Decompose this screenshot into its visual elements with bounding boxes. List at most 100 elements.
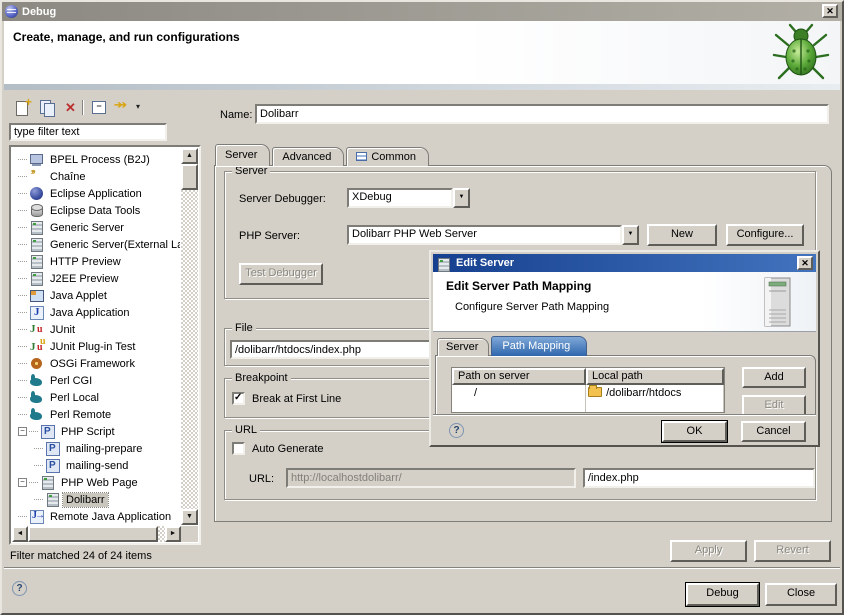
tree-connector bbox=[29, 482, 38, 483]
tree-item-label: Perl Local bbox=[47, 391, 102, 405]
tree-item-label: Chaîne bbox=[47, 170, 88, 184]
tree-item-php-web-page[interactable]: − PHP Web Page bbox=[12, 474, 180, 491]
debug-button[interactable]: Debug bbox=[686, 583, 759, 606]
tree-item-junit[interactable]: JUnit bbox=[12, 321, 180, 338]
tree-item-dolibarr[interactable]: Dolibarr bbox=[12, 491, 180, 508]
filter-configurations-icon[interactable] bbox=[114, 99, 132, 116]
tree-connector bbox=[18, 244, 27, 245]
tree-connector bbox=[34, 499, 43, 500]
empty-table-row bbox=[452, 402, 724, 413]
tree-item-eclipse-data-tools[interactable]: Eclipse Data Tools bbox=[12, 202, 180, 219]
help-icon[interactable]: ? bbox=[12, 581, 27, 596]
new-configuration-icon[interactable] bbox=[14, 99, 32, 116]
tree-connector bbox=[18, 295, 27, 296]
perl-icon bbox=[29, 407, 44, 422]
tab-common[interactable]: Common bbox=[346, 147, 429, 166]
tree-item-generic-server-external-la[interactable]: Generic Server(External La bbox=[12, 236, 180, 253]
name-label: Name: bbox=[220, 109, 252, 121]
configuration-name-input[interactable] bbox=[255, 104, 829, 124]
footer-divider bbox=[4, 567, 840, 569]
dialog-titlebar: Edit Server bbox=[433, 254, 816, 272]
add-mapping-button[interactable]: Add bbox=[742, 367, 806, 388]
tab-advanced[interactable]: Advanced bbox=[272, 147, 344, 166]
tree-collapse-icon[interactable]: − bbox=[18, 427, 27, 436]
tree-item-osgi-framework[interactable]: OSGi Framework bbox=[12, 355, 180, 372]
tree-item-eclipse-application[interactable]: Eclipse Application bbox=[12, 185, 180, 202]
tree-connector bbox=[18, 176, 27, 177]
apply-button[interactable]: Apply bbox=[670, 540, 747, 562]
tree-connector bbox=[18, 380, 27, 381]
dialog-subheading: Configure Server Path Mapping bbox=[455, 301, 609, 313]
tree-scroll-right-icon[interactable]: ► bbox=[165, 526, 181, 542]
window-close-button[interactable]: ✕ bbox=[822, 4, 838, 18]
tree-item-perl-remote[interactable]: Perl Remote bbox=[12, 406, 180, 423]
tree-item-php-script[interactable]: −PHP Script bbox=[12, 423, 180, 440]
delete-configuration-icon[interactable] bbox=[62, 99, 80, 116]
tree-scroll-up-icon[interactable]: ▲ bbox=[181, 148, 198, 164]
tree-item-label: Dolibarr bbox=[63, 493, 108, 507]
tree-item-j2ee-preview[interactable]: J2EE Preview bbox=[12, 270, 180, 287]
tree-item-label: mailing-prepare bbox=[63, 442, 145, 456]
close-button[interactable]: Close bbox=[765, 583, 837, 606]
path-mapping-table: Path on serverLocal path //dolibarr/htdo… bbox=[451, 367, 725, 413]
php-icon bbox=[45, 458, 60, 473]
tree-item-label: Generic Server(External La bbox=[47, 238, 180, 252]
duplicate-configuration-icon[interactable] bbox=[38, 99, 56, 116]
dialog-tab-path-mapping[interactable]: Path Mapping bbox=[491, 336, 587, 356]
tree-item-junit-plug-in-test[interactable]: JUnit Plug-in Test bbox=[12, 338, 180, 355]
tree-connector bbox=[18, 414, 27, 415]
local-path-cell: /dolibarr/htdocs bbox=[586, 385, 724, 402]
revert-button[interactable]: Revert bbox=[754, 540, 831, 562]
tree-connector bbox=[18, 227, 27, 228]
tree-item-generic-server[interactable]: Generic Server bbox=[12, 219, 180, 236]
mapping-row[interactable]: //dolibarr/htdocs bbox=[452, 385, 724, 402]
tree-item-perl-cgi[interactable]: Perl CGI bbox=[12, 372, 180, 389]
edit-server-dialog: Edit Server ✕ Edit Server Path Mapping C… bbox=[429, 250, 820, 447]
tree-item-remote-java-application[interactable]: Remote Java Application bbox=[12, 508, 180, 525]
ok-button[interactable]: OK bbox=[662, 421, 727, 442]
header-banner: Create, manage, and run configurations bbox=[4, 21, 840, 84]
column-header-local-path[interactable]: Local path bbox=[586, 368, 724, 385]
tree-item-label: PHP Web Page bbox=[58, 476, 141, 490]
tree-scroll-left-icon[interactable]: ◄ bbox=[12, 526, 28, 542]
tree-item-label: Generic Server bbox=[47, 221, 127, 235]
tree-item-http-preview[interactable]: HTTP Preview bbox=[12, 253, 180, 270]
edit-mapping-button[interactable]: Edit bbox=[742, 395, 806, 416]
tree-connector bbox=[34, 448, 43, 449]
tree-connector bbox=[29, 431, 38, 432]
php-icon bbox=[45, 441, 60, 456]
tree-vscroll-thumb[interactable] bbox=[181, 164, 198, 190]
dialog-tab-server[interactable]: Server bbox=[437, 338, 489, 356]
tree-item-perl-local[interactable]: Perl Local bbox=[12, 389, 180, 406]
tree-scroll-down-icon[interactable]: ▼ bbox=[181, 509, 198, 525]
table-icon bbox=[356, 152, 367, 161]
tree-item-java-application[interactable]: Java Application bbox=[12, 304, 180, 321]
tree-vscrollbar[interactable] bbox=[181, 148, 198, 525]
dialog-close-button[interactable]: ✕ bbox=[797, 256, 813, 270]
perl-icon bbox=[29, 390, 44, 405]
tab-server[interactable]: Server bbox=[215, 144, 270, 166]
php-icon bbox=[40, 424, 55, 439]
page-title: Create, manage, and run configurations bbox=[13, 30, 240, 44]
dialog-help-icon[interactable]: ? bbox=[449, 423, 464, 438]
type-filter-input[interactable] bbox=[9, 123, 167, 141]
tree-item-mailing-prepare[interactable]: mailing-prepare bbox=[12, 440, 180, 457]
tree-item-java-applet[interactable]: Java Applet bbox=[12, 287, 180, 304]
tree-item-mailing-send[interactable]: mailing-send bbox=[12, 457, 180, 474]
server-icon bbox=[436, 257, 449, 270]
tree-connector bbox=[18, 193, 27, 194]
tree-connector bbox=[18, 210, 27, 211]
tree-connector bbox=[18, 278, 27, 279]
collapse-all-icon[interactable] bbox=[90, 99, 108, 116]
tree-item-bpel-process-b2j[interactable]: BPEL Process (B2J) bbox=[12, 151, 180, 168]
tree-hscroll-thumb[interactable] bbox=[28, 526, 158, 542]
debug-window: Debug ✕ Create, manage, and run configur… bbox=[0, 0, 844, 615]
cancel-button[interactable]: Cancel bbox=[741, 421, 806, 442]
column-header-path-on-server[interactable]: Path on server bbox=[452, 368, 586, 385]
tree-item-cha-ne[interactable]: Chaîne bbox=[12, 168, 180, 185]
server-icon bbox=[29, 237, 44, 252]
tree-collapse-icon[interactable]: − bbox=[18, 478, 27, 487]
debug-bug-icon bbox=[772, 23, 830, 83]
tree-connector bbox=[18, 261, 27, 262]
server-icon bbox=[29, 271, 44, 286]
